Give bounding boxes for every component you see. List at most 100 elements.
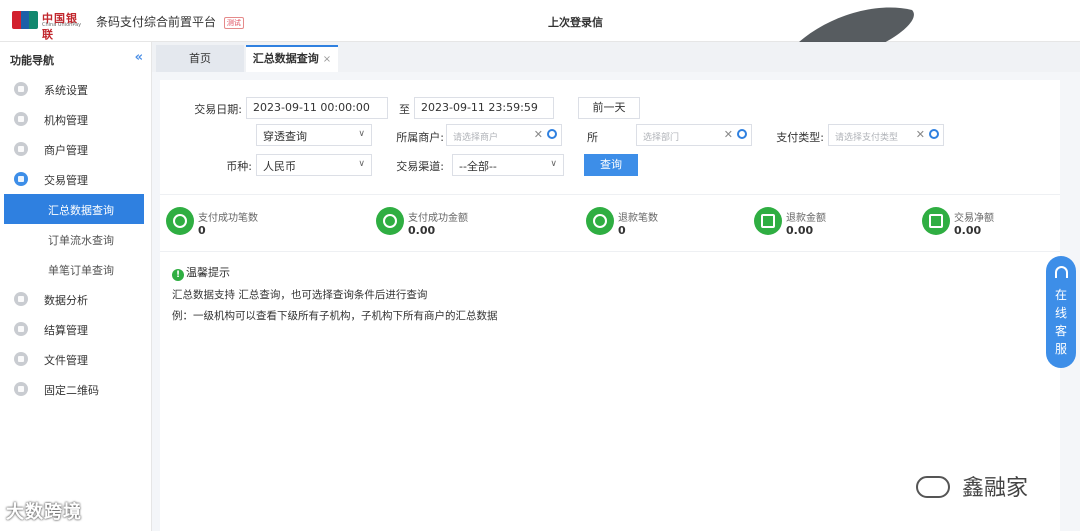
sidebar-item-transaction-management[interactable]: 交易管理	[0, 164, 151, 194]
paytype-input[interactable]: 请选择支付类型 ✕	[828, 124, 944, 146]
stat-name: 退款笔数	[618, 213, 658, 224]
tab-home[interactable]: 首页	[156, 45, 244, 72]
stat-value: 0.00	[954, 224, 982, 237]
sidebar-title: 功能导航	[10, 54, 54, 67]
unionpay-logo-icon	[12, 11, 38, 29]
menu-icon	[14, 382, 28, 396]
online-service-button[interactable]: 在 线 客 服	[1046, 256, 1076, 368]
menu-icon	[14, 82, 28, 96]
search-icon[interactable]	[929, 129, 939, 139]
sidebar-header: 功能导航 «	[0, 42, 151, 74]
tab-label: 汇总数据查询	[252, 52, 319, 65]
stat-net-amount: 交易净额 0.00	[922, 203, 1052, 243]
info-icon: !	[172, 269, 184, 281]
tab-bar: 首页 汇总数据查询 ×	[152, 42, 1080, 72]
merchant-input[interactable]: 请选择商户 ✕	[446, 124, 562, 146]
net-amount-icon	[922, 207, 950, 235]
channel-value: --全部--	[459, 160, 497, 173]
last-login-info: 上次登录信	[548, 16, 603, 29]
refund-amount-icon	[754, 207, 782, 235]
menu-icon	[14, 352, 28, 366]
stat-refund-count: 退款笔数 0	[586, 203, 736, 243]
menu-icon	[14, 172, 28, 186]
clear-icon[interactable]: ✕	[534, 128, 543, 141]
channel-select[interactable]: --全部-- ∨	[452, 154, 564, 176]
dept-input[interactable]: 选择部门 ✕	[636, 124, 752, 146]
paytype-label: 支付类型:	[776, 131, 824, 144]
service-char: 在	[1054, 288, 1067, 302]
sidebar-item-label: 固定二维码	[44, 384, 99, 397]
headset-icon	[1055, 266, 1068, 278]
app-title-text: 条码支付综合前置平台	[96, 15, 217, 29]
sidebar-item-file-management[interactable]: 文件管理	[0, 344, 151, 374]
sidebar-item-settlement[interactable]: 结算管理	[0, 314, 151, 344]
app-header: 中国银联 China UnionPay 条码支付综合前置平台 测试 上次登录信	[0, 0, 1080, 67]
date-to-label: 至	[399, 103, 410, 116]
clear-icon[interactable]: ✕	[724, 128, 733, 141]
sidebar-subitem-label: 订单流水查询	[48, 234, 114, 247]
online-service-label: 在 线 客 服	[1046, 286, 1076, 358]
sidebar-item-system-settings[interactable]: 系统设置	[0, 74, 151, 104]
sidebar: 功能导航 « 系统设置 机构管理 商户管理 交易管理 汇总数据查询 订单流水查询…	[0, 42, 152, 531]
sidebar-item-fixed-qrcode[interactable]: 固定二维码	[0, 374, 151, 404]
collapse-icon[interactable]: «	[135, 50, 143, 65]
prev-day-button[interactable]: 前一天	[578, 97, 640, 119]
watermark-right-text: 鑫融家	[962, 476, 1029, 501]
org-select-value: 穿透查询	[263, 130, 307, 143]
stat-name: 支付成功金额	[408, 213, 468, 224]
sidebar-item-label: 机构管理	[44, 114, 88, 127]
sidebar-item-label: 结算管理	[44, 324, 88, 337]
stats-bar: 支付成功笔数 0 支付成功金额 0.00 退款笔数 0 退款金额 0.00 交易…	[160, 194, 1060, 252]
menu-icon	[14, 292, 28, 306]
dept-placeholder: 选择部门	[643, 133, 680, 143]
menu-icon	[14, 112, 28, 126]
stat-name: 支付成功笔数	[198, 213, 258, 224]
sidebar-item-data-analysis[interactable]: 数据分析	[0, 284, 151, 314]
currency-value: 人民币	[263, 160, 296, 173]
currency-select[interactable]: 人民币 ∨	[256, 154, 372, 176]
menu-icon	[14, 322, 28, 336]
tips-title: 温馨提示	[186, 266, 230, 279]
paytype-placeholder: 请选择支付类型	[835, 133, 899, 143]
sidebar-item-org-management[interactable]: 机构管理	[0, 104, 151, 134]
watermark-right: 鑫融家	[916, 470, 1028, 502]
search-icon[interactable]	[547, 129, 557, 139]
close-icon[interactable]: ×	[323, 54, 331, 65]
main-panel: 交易日期: 2023-09-11 00:00:00 至 2023-09-11 2…	[160, 80, 1060, 531]
stat-pay-success-count: 支付成功笔数 0	[166, 203, 346, 243]
sidebar-item-label: 数据分析	[44, 294, 88, 307]
sidebar-subitem-single-order[interactable]: 单笔订单查询	[0, 254, 151, 284]
date-start-input[interactable]: 2023-09-11 00:00:00	[246, 97, 388, 119]
search-icon[interactable]	[737, 129, 747, 139]
clear-icon[interactable]: ✕	[916, 128, 925, 141]
org-select[interactable]: 穿透查询 ∨	[256, 124, 372, 146]
merchant-label: 所属商户:	[396, 131, 444, 144]
tab-summary-query[interactable]: 汇总数据查询 ×	[246, 45, 338, 72]
service-char: 客	[1054, 324, 1067, 338]
chevron-down-icon: ∨	[358, 159, 365, 169]
dept-label: 所	[587, 131, 598, 144]
stat-name: 退款金额	[786, 213, 826, 224]
refund-count-icon	[586, 207, 614, 235]
service-char: 线	[1054, 306, 1067, 320]
tips-heading: ! 温馨提示	[172, 264, 230, 281]
query-button[interactable]: 查询	[584, 154, 638, 176]
wechat-icon	[916, 476, 950, 498]
service-char: 服	[1054, 342, 1067, 356]
tip-line-1: 汇总数据支持 汇总查询，也可选择查询条件后进行查询	[172, 289, 428, 301]
pay-count-icon	[166, 207, 194, 235]
currency-label: 币种:	[226, 160, 252, 173]
sidebar-subitem-label: 单笔订单查询	[48, 264, 114, 277]
sidebar-item-label: 商户管理	[44, 144, 88, 157]
sidebar-item-label: 文件管理	[44, 354, 88, 367]
sidebar-item-merchant-management[interactable]: 商户管理	[0, 134, 151, 164]
app-title: 条码支付综合前置平台 测试	[96, 13, 244, 30]
stat-name: 交易净额	[954, 213, 994, 224]
watermark-left: 大数跨境	[6, 502, 82, 523]
merchant-placeholder: 请选择商户	[453, 133, 499, 143]
sidebar-subitem-order-flow[interactable]: 订单流水查询	[0, 224, 151, 254]
date-end-input[interactable]: 2023-09-11 23:59:59	[414, 97, 554, 119]
sidebar-subitem-summary-query[interactable]: 汇总数据查询	[4, 194, 144, 224]
channel-label: 交易渠道:	[396, 160, 444, 173]
sidebar-item-label: 交易管理	[44, 174, 88, 187]
